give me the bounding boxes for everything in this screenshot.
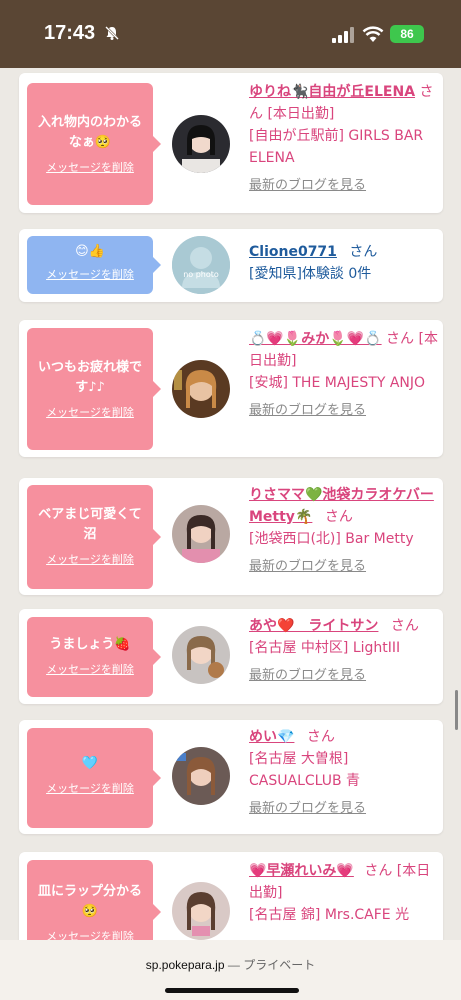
message-bubble: いつもお疲れ様です♪♪ メッセージを削除: [27, 328, 161, 450]
message-bubble: うましょう🍓 メッセージを削除: [27, 617, 161, 697]
message-card: 皿にラップ分かる🥺 メッセージを削除 💗早瀬れいみ💗 さん [本日出勤] [名古…: [19, 852, 443, 940]
scroll-indicator[interactable]: [455, 690, 458, 730]
avatar[interactable]: [172, 115, 230, 173]
message-card: ベアまじ可愛くて沼 メッセージを削除 りさママ💚池袋カラオケバーMetty🌴 さ…: [19, 478, 443, 595]
delete-message-link[interactable]: メッセージを削除: [27, 404, 153, 420]
message-card: 😊👍 メッセージを削除 no photo Clione0771 さん [愛知県]…: [19, 229, 443, 302]
shop-location: [愛知県]体験談 0件: [249, 266, 372, 282]
work-status: [本日出勤]: [267, 106, 335, 122]
url-domain: sp.pokepara.jp: [145, 958, 225, 972]
shop-location: [名古屋 大曽根] CASUALCLUB 青: [249, 751, 361, 789]
home-indicator[interactable]: [165, 988, 299, 993]
no-photo-label: no photo: [183, 270, 219, 279]
latest-blog-link[interactable]: 最新のブログを見る: [249, 798, 439, 820]
shop-location: [名古屋 錦] Mrs.CAFE 光: [249, 907, 410, 923]
profile-name-link[interactable]: めい💎: [249, 729, 294, 745]
status-bar: 17:43 86: [0, 0, 461, 68]
message-card: うましょう🍓 メッセージを削除 あや❤️ ライトサン さん [名古屋 中村区] …: [19, 609, 443, 704]
delete-message-link[interactable]: メッセージを削除: [27, 780, 153, 796]
honorific: さん: [386, 331, 415, 347]
avatar[interactable]: [172, 505, 230, 563]
message-text: 🩵: [81, 756, 99, 771]
honorific: さん: [364, 863, 393, 879]
message-bubble: 皿にラップ分かる🥺 メッセージを削除: [27, 860, 161, 940]
bell-muted-icon: [104, 25, 120, 45]
shop-location: [自由が丘駅前] GIRLS BAR ELENA: [249, 128, 424, 166]
cellular-signal-icon: [332, 27, 354, 43]
avatar[interactable]: no photo: [172, 236, 230, 294]
latest-blog-link[interactable]: 最新のブログを見る: [249, 175, 439, 197]
profile-info: めい💎 さん [名古屋 大曽根] CASUALCLUB 青 最新のブログを見る: [249, 726, 439, 820]
message-card: 🩵 メッセージを削除 めい💎 さん [名古屋 大曽根] CASUALCLUB 青…: [19, 720, 443, 834]
avatar[interactable]: [172, 882, 230, 940]
delete-message-link[interactable]: メッセージを削除: [27, 661, 153, 677]
honorific: さん: [390, 618, 419, 634]
latest-blog-link[interactable]: 最新のブログを見る: [249, 400, 439, 422]
browsing-mode: — プライベート: [224, 958, 316, 972]
profile-name-link[interactable]: Clione0771: [249, 244, 337, 260]
delete-message-link[interactable]: メッセージを削除: [27, 159, 153, 175]
profile-info: 💍💗🌷みか🌷💗💍 さん [本日出勤] [安城] THE MAJESTY ANJO…: [249, 328, 439, 422]
message-text: 皿にラップ分かる🥺: [37, 884, 142, 919]
url-display[interactable]: sp.pokepara.jp — プライベート: [0, 940, 461, 973]
status-time: 17:43: [44, 22, 96, 44]
honorific: さん: [306, 729, 335, 745]
delete-message-link[interactable]: メッセージを削除: [27, 928, 153, 940]
message-bubble: 入れ物内のわかるなぁ🥺 メッセージを削除: [27, 83, 161, 205]
browser-url-bar[interactable]: sp.pokepara.jp — プライベート: [0, 940, 461, 1000]
profile-info: Clione0771 さん [愛知県]体験談 0件: [249, 241, 439, 285]
avatar[interactable]: [172, 626, 230, 684]
shop-location: [名古屋 中村区] LightIII: [249, 640, 401, 656]
profile-info: 💗早瀬れいみ💗 さん [本日出勤] [名古屋 錦] Mrs.CAFE 光: [249, 860, 439, 926]
delete-message-link[interactable]: メッセージを削除: [27, 266, 153, 282]
avatar[interactable]: [172, 360, 230, 418]
latest-blog-link[interactable]: 最新のブログを見る: [249, 665, 439, 687]
profile-info: りさママ💚池袋カラオケバーMetty🌴 さん [池袋西口(北)] Bar Met…: [249, 484, 439, 578]
message-bubble: 🩵 メッセージを削除: [27, 728, 161, 828]
profile-info: ゆりね🐈‍⬛自由が丘ELENA さん [本日出勤] [自由が丘駅前] GIRLS…: [249, 81, 439, 197]
shop-location: [安城] THE MAJESTY ANJO: [249, 375, 426, 391]
avatar[interactable]: [172, 747, 230, 805]
honorific: さん: [349, 244, 378, 260]
message-bubble: 😊👍 メッセージを削除: [27, 236, 161, 294]
message-text: ベアまじ可愛くて沼: [38, 507, 142, 542]
profile-name-link[interactable]: 💍💗🌷みか🌷💗💍: [249, 331, 382, 347]
shop-location: [池袋西口(北)] Bar Metty: [249, 531, 414, 547]
battery-indicator: 86: [390, 25, 424, 43]
profile-name-link[interactable]: 💗早瀬れいみ💗: [249, 863, 354, 879]
message-text: 入れ物内のわかるなぁ🥺: [37, 115, 142, 150]
wifi-icon: [362, 25, 384, 43]
delete-message-link[interactable]: メッセージを削除: [27, 551, 153, 567]
latest-blog-link[interactable]: 最新のブログを見る: [249, 556, 439, 578]
message-text: 😊👍: [75, 244, 105, 259]
message-text: うましょう🍓: [49, 637, 131, 652]
message-card: 入れ物内のわかるなぁ🥺 メッセージを削除 ゆりね🐈‍⬛自由が丘ELENA さん …: [19, 73, 443, 213]
profile-name-link[interactable]: あや❤️ ライトサン: [249, 618, 378, 634]
message-feed[interactable]: 入れ物内のわかるなぁ🥺 メッセージを削除 ゆりね🐈‍⬛自由が丘ELENA さん …: [0, 68, 461, 940]
profile-name-link[interactable]: ゆりね🐈‍⬛自由が丘ELENA: [249, 84, 415, 100]
message-text: いつもお疲れ様です♪♪: [37, 360, 142, 395]
message-bubble: ベアまじ可愛くて沼 メッセージを削除: [27, 485, 161, 589]
message-card: いつもお疲れ様です♪♪ メッセージを削除 💍💗🌷みか🌷💗💍 さん [本日出勤] …: [19, 320, 443, 457]
honorific: さん: [324, 509, 353, 525]
profile-info: あや❤️ ライトサン さん [名古屋 中村区] LightIII 最新のブログを…: [249, 615, 439, 687]
